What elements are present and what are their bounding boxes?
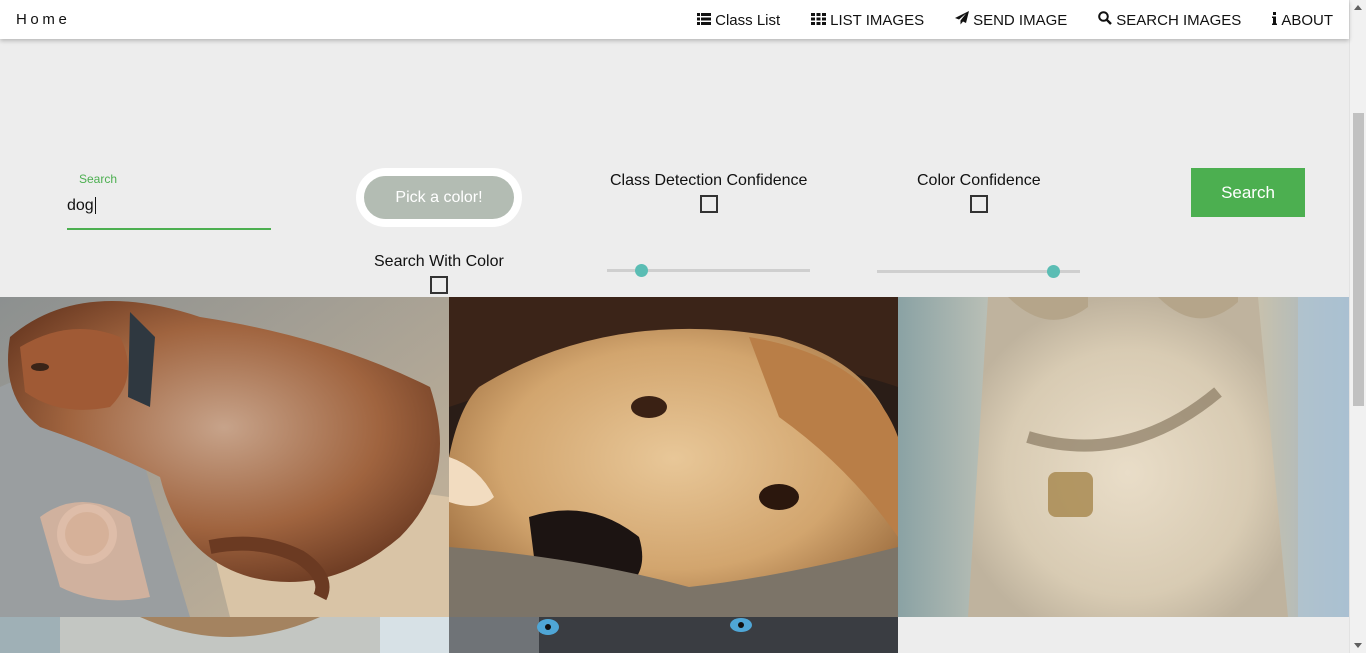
color-confidence-slider[interactable] <box>877 265 1080 278</box>
nav-search-images-label: SEARCH IMAGES <box>1116 11 1242 29</box>
home-link[interactable]: Home <box>16 11 70 28</box>
nav-about-label: ABOUT <box>1281 11 1333 29</box>
golden-retriever-image <box>449 297 898 617</box>
blurry-dog-image <box>898 297 1349 617</box>
text-caret <box>95 197 96 214</box>
result-image-3[interactable] <box>898 297 1349 617</box>
grid-icon <box>811 12 827 29</box>
result-image-1[interactable] <box>0 297 449 617</box>
color-confidence-label: Color Confidence <box>917 172 1041 189</box>
pick-color-button[interactable]: Pick a color! <box>364 176 514 219</box>
nav-search-images[interactable]: SEARCH IMAGES <box>1098 11 1241 29</box>
nav-list-images-label: LIST IMAGES <box>830 11 925 29</box>
color-confidence-slider-thumb[interactable] <box>1047 265 1061 278</box>
class-confidence-checkbox[interactable] <box>700 195 718 213</box>
result-image-5[interactable] <box>449 617 898 653</box>
result-image-4[interactable] <box>0 617 449 653</box>
top-navbar: Home Class List LIST IMAGES SEND IMAGE S… <box>0 0 1349 39</box>
nav-links: Class List LIST IMAGES SEND IMAGE SEARCH… <box>697 11 1333 29</box>
paper-plane-icon <box>955 11 970 29</box>
search-input-label: Search <box>79 172 118 186</box>
husky-partial-image <box>449 617 898 653</box>
scroll-up-arrow-icon[interactable] <box>1354 5 1362 10</box>
info-icon <box>1272 11 1278 29</box>
search-with-color-checkbox[interactable] <box>430 276 448 294</box>
dog-sleeping-lap-image <box>0 297 449 617</box>
dog-partial-image <box>0 617 449 653</box>
nav-class-list[interactable]: Class List <box>697 11 780 29</box>
list-icon <box>697 12 712 29</box>
result-image-2[interactable] <box>449 297 898 617</box>
nav-send-image[interactable]: SEND IMAGE <box>955 11 1067 29</box>
search-button[interactable]: Search <box>1191 168 1305 217</box>
color-confidence-checkbox[interactable] <box>970 195 988 213</box>
vertical-scrollbar[interactable] <box>1349 0 1366 653</box>
color-picker-wrapper: Pick a color! <box>356 168 522 227</box>
search-icon <box>1098 11 1113 29</box>
nav-about[interactable]: ABOUT <box>1272 11 1333 29</box>
nav-list-images[interactable]: LIST IMAGES <box>811 11 924 29</box>
scroll-down-arrow-icon[interactable] <box>1354 643 1362 648</box>
class-confidence-slider-thumb[interactable] <box>635 264 648 277</box>
class-confidence-slider[interactable] <box>607 264 810 277</box>
search-with-color-label: Search With Color <box>374 253 504 270</box>
nav-send-image-label: SEND IMAGE <box>973 11 1068 29</box>
class-confidence-label: Class Detection Confidence <box>610 172 808 189</box>
scrollbar-thumb[interactable] <box>1353 113 1364 406</box>
nav-class-list-label: Class List <box>715 11 781 29</box>
search-input[interactable] <box>67 194 271 230</box>
